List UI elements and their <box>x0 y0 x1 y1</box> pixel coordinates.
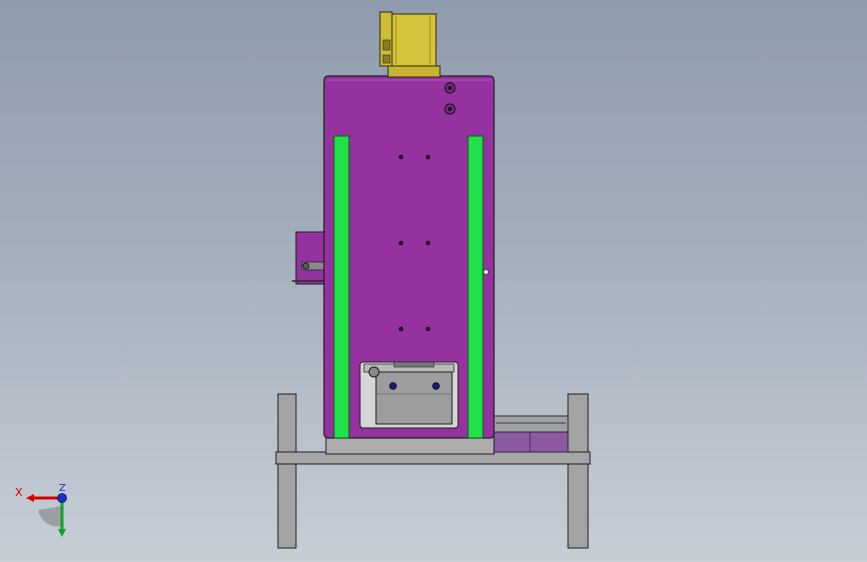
cad-model-front-view[interactable] <box>0 0 867 562</box>
frame-left-leg <box>277 393 297 549</box>
graphics-viewport[interactable]: X Z <box>0 0 867 562</box>
motor-connector-tab <box>382 54 391 64</box>
mount-hole <box>398 240 404 246</box>
y-axis-arrowhead <box>58 529 66 537</box>
triad-shadow <box>38 506 62 527</box>
z-axis-marker <box>57 493 67 503</box>
carriage-screw <box>393 361 435 368</box>
carriage-roller <box>368 366 380 378</box>
mount-hole <box>425 240 431 246</box>
mount-hole <box>398 154 404 160</box>
x-axis-label: X <box>15 486 23 499</box>
coordinate-triad: X Z <box>15 483 67 537</box>
side-bracket-bolt <box>302 262 310 270</box>
housing-base-plate <box>325 435 495 455</box>
carriage-bolt-left <box>389 382 397 390</box>
mount-hole <box>425 154 431 160</box>
motor-body <box>389 13 437 67</box>
mount-hole <box>425 326 431 332</box>
left-guide-rail <box>333 135 350 439</box>
z-axis-label: Z <box>59 483 66 494</box>
linear-slide-block <box>493 431 569 453</box>
x-axis-arrowhead <box>26 494 34 502</box>
carriage-block <box>375 371 453 425</box>
carriage-bolt-right <box>432 382 440 390</box>
mount-hole <box>398 326 404 332</box>
motor-connector-tab <box>382 39 391 51</box>
housing-port-upper-inner <box>447 85 453 91</box>
motor-flange <box>387 65 441 78</box>
side-pin <box>482 268 489 275</box>
frame-right-leg <box>567 393 589 549</box>
right-guide-rail <box>467 135 484 439</box>
side-bracket <box>295 231 327 285</box>
housing-port-lower-inner <box>447 106 453 112</box>
linear-slide-rail <box>493 415 569 433</box>
